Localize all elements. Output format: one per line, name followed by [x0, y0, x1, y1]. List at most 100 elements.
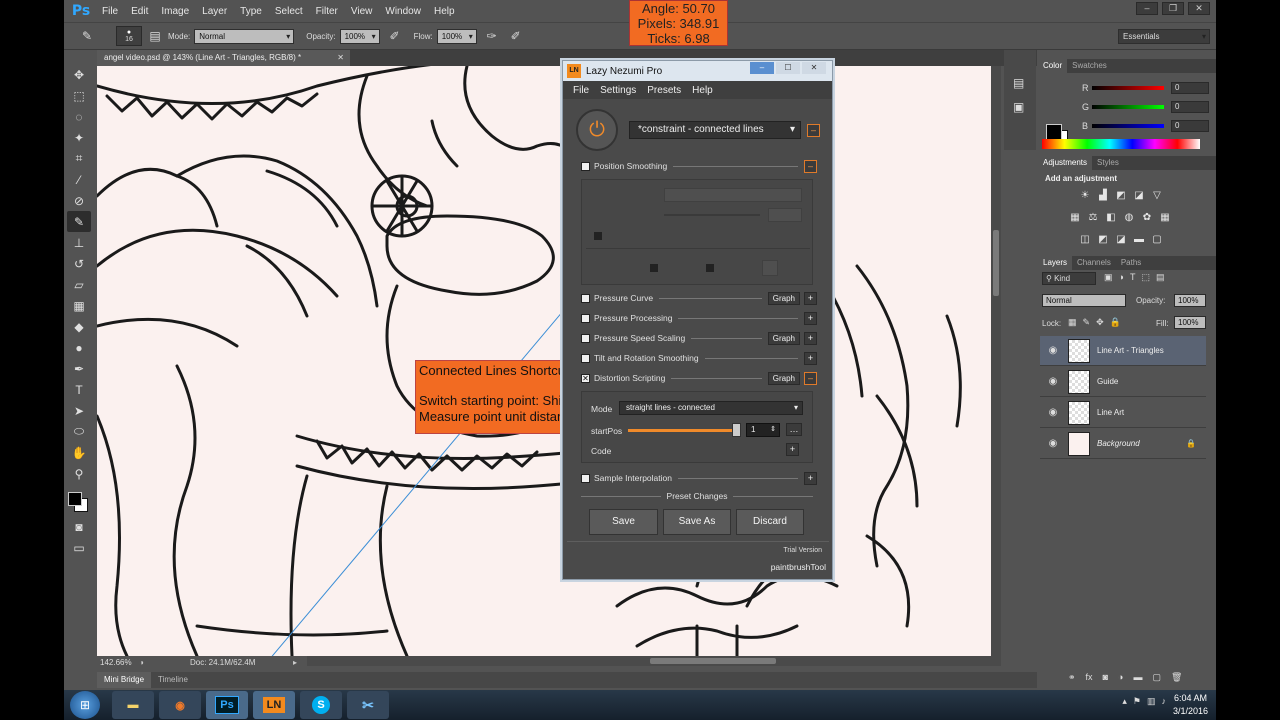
- type-tool-icon[interactable]: T: [67, 379, 91, 400]
- distortion-collapse-button[interactable]: –: [804, 371, 817, 385]
- startpos-slider-thumb[interactable]: [732, 423, 741, 437]
- healing-brush-tool-icon[interactable]: ⊘: [67, 190, 91, 211]
- pressure-curve-checkbox[interactable]: [581, 293, 590, 303]
- dodge-tool-icon[interactable]: ●: [67, 337, 91, 358]
- file-explorer-button[interactable]: ▬: [112, 691, 154, 719]
- pen-tool-icon[interactable]: ✒: [67, 358, 91, 379]
- fill-field[interactable]: 100%: [1174, 316, 1206, 329]
- layer-blend-mode[interactable]: Normal: [1042, 294, 1126, 307]
- network-icon[interactable]: ▥: [1147, 696, 1156, 707]
- color-swatches[interactable]: [64, 488, 94, 516]
- layer-row[interactable]: ◉ Line Art - Triangles: [1040, 336, 1206, 366]
- ellipse-tool-icon[interactable]: ⬭: [67, 421, 91, 442]
- horizontal-scrollbar[interactable]: [304, 656, 1001, 666]
- start-button[interactable]: ⊞: [70, 691, 100, 719]
- layer-filter-kind[interactable]: ⚲ Kind: [1042, 272, 1096, 285]
- ln-menu-presets[interactable]: Presets: [647, 85, 681, 96]
- pressure-speed-expand-button[interactable]: +: [804, 331, 817, 345]
- curves-icon[interactable]: ◩: [1114, 190, 1128, 202]
- lock-move-icon[interactable]: ✥: [1096, 317, 1104, 328]
- vertical-scrollbar[interactable]: [991, 66, 1001, 656]
- menu-file[interactable]: File: [102, 6, 118, 17]
- marquee-tool-icon[interactable]: ⬚: [67, 85, 91, 106]
- menu-filter[interactable]: Filter: [316, 6, 338, 17]
- channel-mixer-icon[interactable]: ✿: [1140, 212, 1154, 224]
- blue-value[interactable]: 0: [1171, 120, 1209, 132]
- close-tab-icon[interactable]: ✕: [337, 50, 344, 66]
- green-slider[interactable]: [1092, 105, 1164, 109]
- quick-mask-icon[interactable]: ◙: [67, 516, 91, 537]
- flag-icon[interactable]: ⚑: [1133, 696, 1141, 707]
- layer-opacity-field[interactable]: 100%: [1174, 294, 1206, 307]
- pixel-filter-icon[interactable]: ▣: [1104, 272, 1113, 283]
- tilt-rotation-checkbox[interactable]: [581, 353, 590, 363]
- layer-row[interactable]: ◉ Background 🔒: [1040, 429, 1206, 459]
- hand-tool-icon[interactable]: ✋: [67, 442, 91, 463]
- clock[interactable]: 6:04 AM 3/1/2016: [1173, 692, 1208, 718]
- color-spectrum[interactable]: [1042, 139, 1200, 149]
- adjustment-layer-icon[interactable]: ◑: [1118, 672, 1123, 683]
- skype-button[interactable]: S: [300, 691, 342, 719]
- move-tool-icon[interactable]: ✥: [67, 64, 91, 85]
- startpos-more-button[interactable]: …: [786, 423, 802, 436]
- menu-view[interactable]: View: [351, 6, 373, 17]
- black-white-icon[interactable]: ◧: [1104, 212, 1118, 224]
- ln-menu-settings[interactable]: Settings: [600, 85, 636, 96]
- flow-field[interactable]: 100%: [436, 28, 477, 44]
- minimize-button[interactable]: –: [1136, 2, 1158, 15]
- pressure-speed-scaling-checkbox[interactable]: [581, 333, 590, 343]
- ln-menu-help[interactable]: Help: [692, 85, 713, 96]
- snipping-tool-button[interactable]: ✂: [347, 691, 389, 719]
- smart-object-filter-icon[interactable]: ▤: [1156, 272, 1165, 283]
- levels-icon[interactable]: ▟: [1096, 190, 1110, 202]
- lock-all-icon[interactable]: 🔒: [1110, 317, 1121, 328]
- lock-paint-icon[interactable]: ✎: [1083, 317, 1091, 328]
- sample-interpolation-checkbox[interactable]: [581, 473, 590, 483]
- color-balance-icon[interactable]: ⚖: [1086, 212, 1100, 224]
- menu-window[interactable]: Window: [385, 6, 421, 17]
- visibility-eye-icon[interactable]: ◉: [1046, 376, 1060, 387]
- crop-tool-icon[interactable]: ⌗: [67, 148, 91, 169]
- brightness-icon[interactable]: ☀: [1078, 190, 1092, 202]
- save-button[interactable]: Save: [589, 509, 658, 535]
- tab-channels[interactable]: Channels: [1072, 256, 1116, 270]
- tab-mini-bridge[interactable]: Mini Bridge: [97, 672, 152, 688]
- zoom-tool-icon[interactable]: ⚲: [67, 463, 91, 484]
- visibility-eye-icon[interactable]: ◉: [1046, 407, 1060, 418]
- firefox-button[interactable]: ◉: [159, 691, 201, 719]
- document-tab[interactable]: angel video.psd @ 143% (Line Art - Trian…: [97, 50, 350, 66]
- horizontal-scroll-thumb[interactable]: [650, 658, 776, 664]
- status-info-icon[interactable]: ◑: [139, 656, 144, 670]
- threshold-icon[interactable]: ◪: [1114, 234, 1128, 246]
- tab-timeline[interactable]: Timeline: [151, 672, 195, 688]
- tab-color[interactable]: Color: [1038, 59, 1068, 73]
- vertical-scroll-thumb[interactable]: [993, 230, 999, 296]
- ln-close-button[interactable]: ✕: [802, 62, 826, 74]
- screen-mode-icon[interactable]: ▭: [67, 537, 91, 558]
- close-button[interactable]: ✕: [1188, 2, 1210, 15]
- menu-select[interactable]: Select: [275, 6, 303, 17]
- position-smoothing-toggle[interactable]: –: [804, 159, 817, 173]
- invert-icon[interactable]: ◫: [1078, 234, 1092, 246]
- distortion-graph-button[interactable]: Graph: [767, 371, 800, 385]
- delete-layer-icon[interactable]: 🗑: [1171, 672, 1182, 683]
- menu-image[interactable]: Image: [161, 6, 189, 17]
- lazy-nezumi-taskbar-button[interactable]: LN: [253, 691, 295, 719]
- shape-filter-icon[interactable]: ⬚: [1141, 272, 1150, 283]
- adjustment-filter-icon[interactable]: ◑: [1119, 272, 1124, 283]
- history-panel-icon[interactable]: ▤: [1013, 76, 1036, 90]
- ln-minimize-button[interactable]: –: [750, 62, 774, 74]
- menu-edit[interactable]: Edit: [131, 6, 148, 17]
- pressure-opacity-icon[interactable]: ✐: [386, 27, 404, 45]
- type-filter-icon[interactable]: T: [1130, 272, 1136, 283]
- airbrush-icon[interactable]: ✑: [483, 27, 501, 45]
- pressure-size-icon[interactable]: ✐: [507, 27, 525, 45]
- gradient-map-icon[interactable]: ▬: [1132, 234, 1146, 246]
- startpos-slider-track[interactable]: [628, 429, 736, 432]
- hue-saturation-icon[interactable]: ▦: [1068, 212, 1082, 224]
- pressure-curve-graph-button[interactable]: Graph: [767, 291, 800, 305]
- new-group-icon[interactable]: ▬: [1133, 672, 1142, 683]
- clone-stamp-tool-icon[interactable]: ⊥: [67, 232, 91, 253]
- position-smoothing-checkbox[interactable]: [581, 161, 590, 171]
- photoshop-taskbar-button[interactable]: Ps: [206, 691, 248, 719]
